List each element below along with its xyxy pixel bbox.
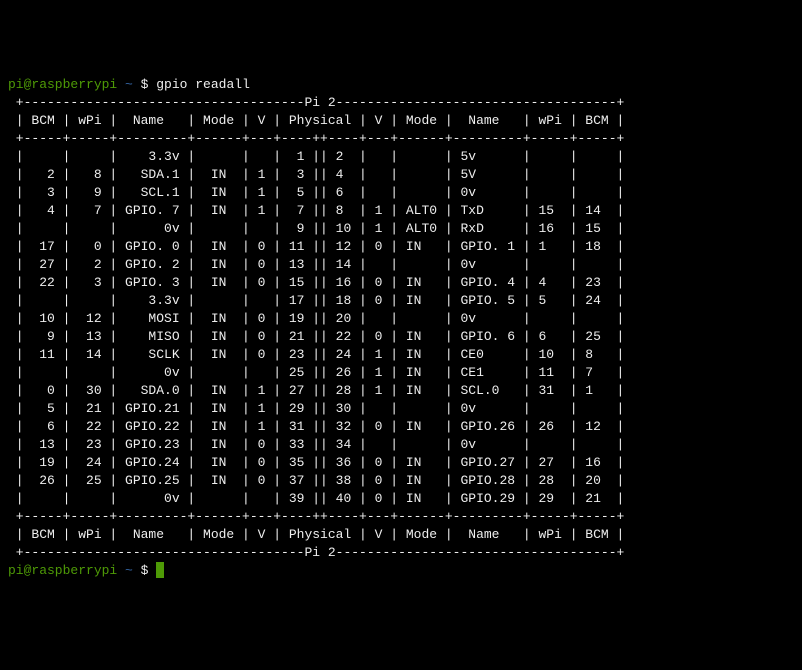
table-row: | | | 3.3v | | | 17 || 18 | 0 | IN | GPI…: [8, 292, 794, 310]
prompt-cwd: ~: [125, 77, 133, 92]
table-row: | | | 0v | | | 25 || 26 | 1 | IN | CE1 |…: [8, 364, 794, 382]
table-row: | | | 0v | | | 39 || 40 | 0 | IN | GPIO.…: [8, 490, 794, 508]
prompt-userhost: pi@raspberrypi: [8, 563, 117, 578]
table-row: | 5 | 21 | GPIO.21 | IN | 1 | 29 || 30 |…: [8, 400, 794, 418]
command-line: pi@raspberrypi ~ $ gpio readall: [8, 76, 794, 94]
prompt-line[interactable]: pi@raspberrypi ~ $: [8, 562, 794, 580]
cursor: [156, 562, 164, 578]
table-row: | 27 | 2 | GPIO. 2 | IN | 0 | 13 || 14 |…: [8, 256, 794, 274]
table-row: +------------------------------------Pi …: [8, 544, 794, 562]
table-row: | 4 | 7 | GPIO. 7 | IN | 1 | 7 || 8 | 1 …: [8, 202, 794, 220]
table-row: +-----+-----+---------+------+---+----++…: [8, 130, 794, 148]
table-row: | 13 | 23 | GPIO.23 | IN | 0 | 33 || 34 …: [8, 436, 794, 454]
table-row: | 19 | 24 | GPIO.24 | IN | 0 | 35 || 36 …: [8, 454, 794, 472]
table-row: | 2 | 8 | SDA.1 | IN | 1 | 3 || 4 | | | …: [8, 166, 794, 184]
table-row: | | | 3.3v | | | 1 || 2 | | | 5v | | |: [8, 148, 794, 166]
table-row: | 10 | 12 | MOSI | IN | 0 | 19 || 20 | |…: [8, 310, 794, 328]
terminal-output: pi@raspberrypi ~ $ gpio readall +-------…: [8, 76, 794, 580]
table-row: | 17 | 0 | GPIO. 0 | IN | 0 | 11 || 12 |…: [8, 238, 794, 256]
prompt-dollar: $: [133, 563, 156, 578]
prompt-cwd: ~: [125, 563, 133, 578]
table-row: +------------------------------------Pi …: [8, 94, 794, 112]
table-row: | | | 0v | | | 9 || 10 | 1 | ALT0 | RxD …: [8, 220, 794, 238]
table-row: | 3 | 9 | SCL.1 | IN | 1 | 5 || 6 | | | …: [8, 184, 794, 202]
table-row: | BCM | wPi | Name | Mode | V | Physical…: [8, 112, 794, 130]
command-text: gpio readall: [156, 77, 250, 92]
table-row: | BCM | wPi | Name | Mode | V | Physical…: [8, 526, 794, 544]
table-row: | 22 | 3 | GPIO. 3 | IN | 0 | 15 || 16 |…: [8, 274, 794, 292]
prompt-dollar: $: [133, 77, 156, 92]
table-row: +-----+-----+---------+------+---+----++…: [8, 508, 794, 526]
table-row: | 0 | 30 | SDA.0 | IN | 1 | 27 || 28 | 1…: [8, 382, 794, 400]
table-row: | 9 | 13 | MISO | IN | 0 | 21 || 22 | 0 …: [8, 328, 794, 346]
table-row: | 11 | 14 | SCLK | IN | 0 | 23 || 24 | 1…: [8, 346, 794, 364]
table-row: | 26 | 25 | GPIO.25 | IN | 0 | 37 || 38 …: [8, 472, 794, 490]
table-row: | 6 | 22 | GPIO.22 | IN | 1 | 31 || 32 |…: [8, 418, 794, 436]
prompt-userhost: pi@raspberrypi: [8, 77, 117, 92]
